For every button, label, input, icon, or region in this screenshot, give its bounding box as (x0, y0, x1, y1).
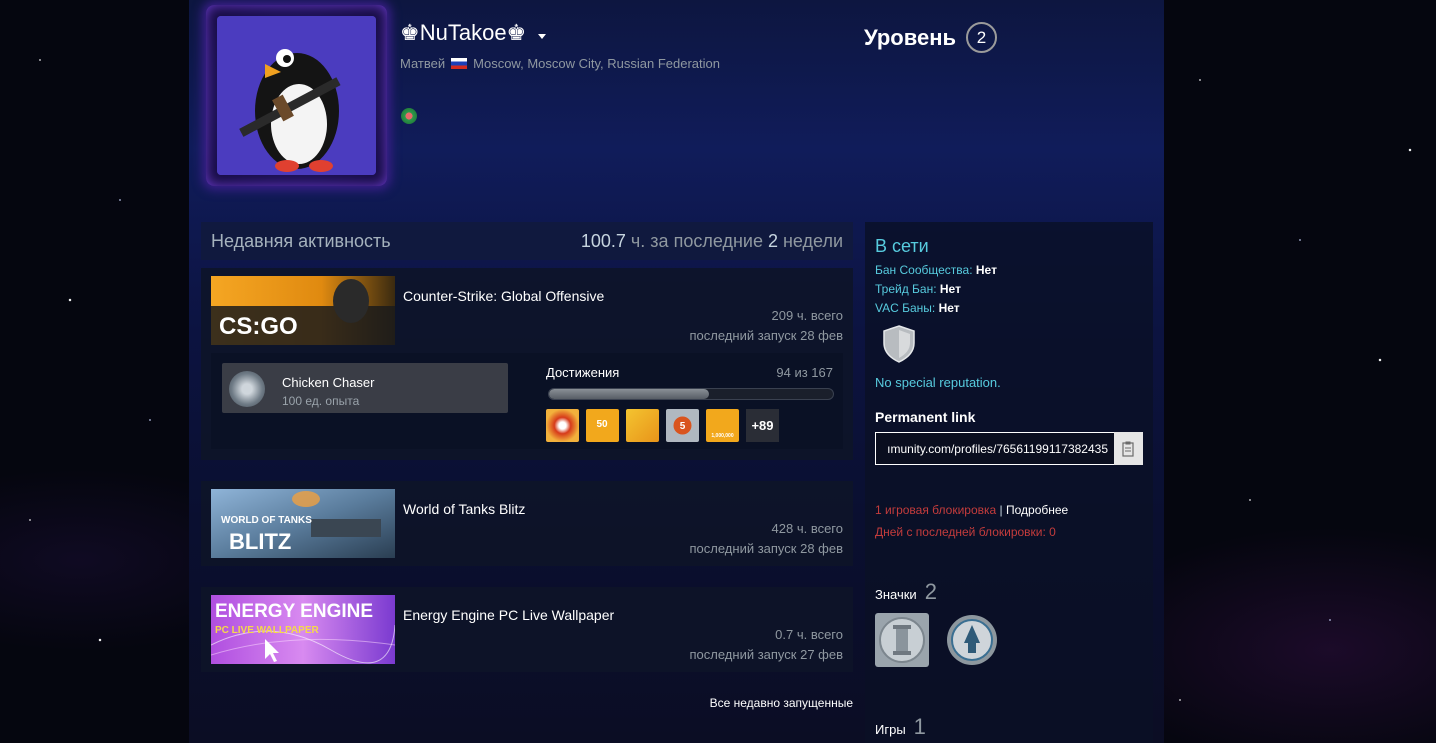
achievement-icon-label: 50 (596, 419, 608, 430)
persona-name[interactable]: ♚NuTakoe♚ (400, 20, 547, 46)
game-card-csgo: CS:GO Counter-Strike: Global Offensive 2… (201, 268, 853, 460)
game-card-wot-blitz: WORLD OF TANKS BLITZ World of Tanks Blit… (201, 481, 853, 566)
persona-name-text: ♚NuTakoe♚ (400, 20, 527, 45)
recent-activity-title: Недавняя активность (211, 230, 391, 251)
copy-link-button[interactable] (1114, 432, 1143, 465)
permanent-link-field[interactable]: ımunity.com/profiles/76561199117382435 (875, 432, 1115, 465)
recent-hours-suffix: недели (777, 230, 843, 251)
csgo-capsule-text: CS:GO (219, 313, 298, 340)
wot-capsule-text-top: WORLD OF TANKS (221, 515, 312, 526)
real-name: Матвей (400, 56, 446, 71)
shield-icon (883, 325, 915, 363)
games-section-title[interactable]: Игры 1 (875, 714, 926, 740)
energy-engine-logo-icon: ENERGY ENGINE PC LIVE WALLPAPER (211, 595, 395, 664)
latest-achievement-name: Chicken Chaser (282, 375, 375, 390)
badges-label: Значки (875, 587, 917, 602)
achievement-icon-label: 1,000,000 (711, 433, 733, 439)
trade-ban-status: Трейд Бан: Нет (875, 282, 961, 296)
community-ban-value: Нет (975, 263, 997, 277)
wot-blitz-logo-icon: WORLD OF TANKS BLITZ (211, 489, 395, 558)
vac-ban-status: VAC Баны: Нет (875, 301, 960, 315)
permanent-link-value: ımunity.com/profiles/76561199117382435 (887, 441, 1108, 456)
achievement-icon[interactable]: 50 (586, 409, 619, 442)
games-count: 1 (913, 714, 926, 739)
badges-section-title[interactable]: Значки 2 (875, 579, 937, 605)
achievement-progress-fill (549, 389, 709, 399)
chevron-down-icon[interactable] (538, 33, 547, 39)
game-ban-info: 1 игровая блокировка | Подробнее (875, 503, 1068, 517)
achievements-title[interactable]: Достижения (546, 365, 619, 380)
penguin-avatar-icon (217, 16, 376, 175)
vac-ban-label: VAC Баны: (875, 301, 939, 315)
energy-capsule-text-bottom: PC LIVE WALLPAPER (215, 625, 319, 636)
recent-activity-hours: 100.7 ч. за последние 2 недели (581, 231, 843, 252)
latest-achievement[interactable]: Chicken Chaser 100 ед. опыта (222, 363, 508, 413)
trade-ban-value: Нет (939, 282, 961, 296)
days-since-last-ban: Дней с последней блокировки: 0 (875, 525, 1056, 539)
game-capsule-energy-engine[interactable]: ENERGY ENGINE PC LIVE WALLPAPER (211, 595, 395, 664)
game-capsule-wot-blitz[interactable]: WORLD OF TANKS BLITZ (211, 489, 395, 558)
level-number[interactable]: 2 (966, 22, 998, 53)
game-capsule-csgo[interactable]: CS:GO (211, 276, 395, 345)
game-ban-details-link[interactable]: Подробнее (1006, 503, 1068, 517)
achievement-summary: Chicken Chaser 100 ед. опыта Достижения … (211, 353, 843, 449)
russia-flag-icon (451, 58, 468, 69)
csgo-logo-icon: CS:GO (211, 276, 395, 345)
energy-capsule-text-top: ENERGY ENGINE (215, 601, 373, 622)
game-last-played: последний запуск 28 фев (689, 328, 844, 343)
achievement-icons: 50 5 1,000,000 +89 (546, 409, 779, 442)
game-last-played: последний запуск 28 фев (689, 541, 844, 556)
csgo-badge-icon[interactable] (945, 613, 999, 667)
achievement-icon[interactable]: 5 (666, 409, 699, 442)
pillar-badge-icon[interactable] (875, 613, 929, 667)
game-name[interactable]: World of Tanks Blitz (403, 501, 525, 517)
recent-weeks-value: 2 (767, 230, 778, 251)
game-hours: 428 ч. всего (771, 521, 843, 536)
game-ban-separator: | (996, 503, 1006, 517)
achievement-icon-label: 5 (680, 421, 686, 432)
online-status: В сети (875, 236, 929, 256)
favorite-badge-icon[interactable] (401, 108, 417, 124)
games-label: Игры (875, 722, 906, 737)
badges-count: 2 (924, 579, 937, 604)
community-ban-label: Бан Сообщества: (875, 263, 976, 277)
permanent-link-title: Permanent link (875, 409, 976, 425)
game-hours: 0.7 ч. всего (775, 627, 843, 642)
more-achievements-button[interactable]: +89 (746, 409, 779, 442)
achievement-icon (229, 371, 265, 407)
all-recently-played-link[interactable]: Все недавно запущенные (710, 696, 853, 710)
achievement-icon[interactable] (626, 409, 659, 442)
achievement-icon[interactable]: 1,000,000 (706, 409, 739, 442)
real-name-location: Матвей Moscow, Moscow City, Russian Fede… (400, 56, 720, 71)
game-name[interactable]: Counter-Strike: Global Offensive (403, 288, 604, 304)
clipboard-icon (1121, 441, 1134, 457)
game-last-played: последний запуск 27 фев (689, 647, 844, 662)
vac-ban-value: Нет (938, 301, 960, 315)
game-hours: 209 ч. всего (771, 308, 843, 323)
latest-achievement-xp: 100 ед. опыта (282, 394, 360, 408)
achievement-icon[interactable] (546, 409, 579, 442)
game-ban-count: 1 игровая блокировка (875, 503, 997, 517)
avatar[interactable] (217, 16, 376, 175)
recent-hours-value: 100.7 (580, 230, 626, 251)
reputation-text: No special reputation. (875, 375, 1001, 390)
level-display: Уровень 2 (864, 22, 998, 53)
recent-hours-mid: ч. за последние (625, 230, 768, 251)
level-label: Уровень (864, 24, 957, 50)
game-name[interactable]: Energy Engine PC Live Wallpaper (403, 607, 614, 623)
recent-activity-header: Недавняя активность 100.7 ч. за последни… (201, 222, 853, 260)
achievement-progress-bar (548, 388, 834, 400)
achievements-count: 94 из 167 (776, 365, 833, 380)
game-card-energy-engine: ENERGY ENGINE PC LIVE WALLPAPER Energy E… (201, 587, 853, 672)
location: Moscow, Moscow City, Russian Federation (473, 56, 720, 71)
community-ban-status: Бан Сообщества: Нет (875, 263, 997, 277)
profile-sidebar: В сети Бан Сообщества: Нет Трейд Бан: Не… (865, 222, 1153, 743)
wot-capsule-text-bottom: BLITZ (229, 529, 291, 554)
trade-ban-label: Трейд Бан: (875, 282, 940, 296)
